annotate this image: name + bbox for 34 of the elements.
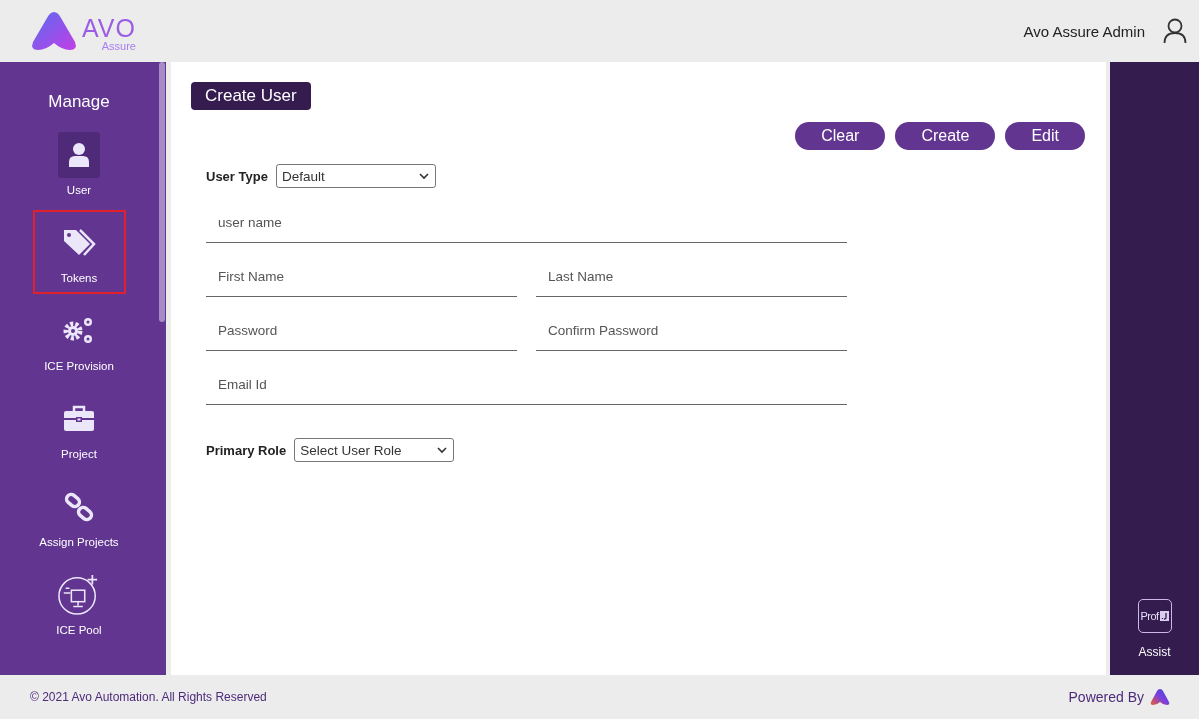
action-button[interactable]: Clear xyxy=(795,122,886,150)
user-name: Avo Assure Admin xyxy=(1023,22,1145,40)
role-dropdown[interactable]: Select User Role xyxy=(294,438,455,462)
sidebar-item[interactable]: User xyxy=(32,122,126,206)
chevron-down-icon xyxy=(418,172,429,180)
logo-subtitle: Assure xyxy=(101,41,136,52)
powered-by-text: Powered By xyxy=(1068,689,1144,705)
chain-link-icon xyxy=(64,492,94,522)
logo-icon xyxy=(30,10,78,52)
logo-icon xyxy=(1150,688,1170,706)
sidebar-title: Manage xyxy=(48,92,110,112)
assist-label: Assist xyxy=(1138,645,1171,659)
field-label: User Type xyxy=(206,168,268,184)
sidebar-item[interactable]: ICE Pool xyxy=(32,562,126,646)
page-title: Create User xyxy=(191,82,311,110)
copyright-text: © 2021 Avo Automation. All Rights Reserved xyxy=(30,690,267,704)
assist-button[interactable]: Prof xyxy=(1137,599,1172,633)
field-label: Primary Role xyxy=(206,442,287,458)
sidebar-item[interactable]: ICE Provision xyxy=(32,298,126,382)
sidebar-item[interactable]: Project xyxy=(32,386,126,470)
sidebar-item[interactable]: Assign Projects xyxy=(32,474,126,558)
action-button[interactable]: Edit xyxy=(1005,122,1085,150)
sidebar-item[interactable]: Tokens xyxy=(32,210,126,294)
user-type-dropdown[interactable]: Default xyxy=(275,164,436,188)
action-button[interactable]: Create xyxy=(895,122,996,150)
logo-title: AVO xyxy=(82,16,136,41)
user-profile-icon[interactable] xyxy=(1163,18,1187,44)
chevron-down-icon xyxy=(437,446,448,454)
monitor-add-icon xyxy=(58,573,100,617)
user-icon xyxy=(68,142,90,168)
book-icon xyxy=(1159,611,1169,621)
tags-icon xyxy=(62,228,96,258)
briefcase-icon xyxy=(63,405,95,433)
scrollbar-thumb[interactable] xyxy=(159,62,165,322)
